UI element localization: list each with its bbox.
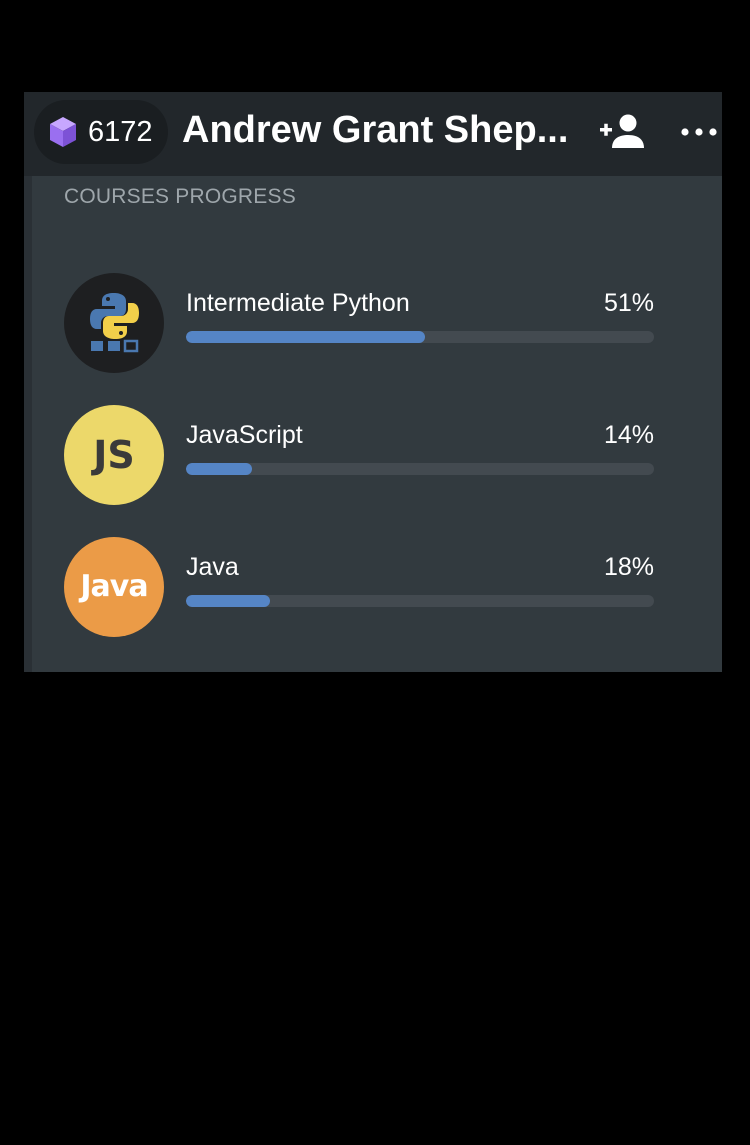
course-item-javascript[interactable]: JS JavaScript 14%: [64, 405, 664, 505]
section-title: COURSES PROGRESS: [64, 185, 296, 208]
course-name: JavaScript: [186, 421, 303, 449]
progress-fill: [186, 595, 271, 607]
python-icon: [64, 273, 164, 373]
java-icon-label: Java: [80, 569, 148, 604]
progress-bar: [186, 331, 654, 343]
course-name: Java: [186, 553, 239, 581]
course-item-java[interactable]: Java Java 18%: [64, 537, 664, 637]
xp-badge[interactable]: 6172: [34, 100, 168, 164]
more-dots-icon[interactable]: [680, 118, 718, 146]
java-icon: Java: [64, 537, 164, 637]
javascript-icon: JS: [64, 405, 164, 505]
profile-header: 6172 Andrew Grant Shep...: [24, 92, 722, 176]
progress-bar: [186, 595, 654, 607]
add-person-icon[interactable]: [598, 112, 646, 152]
xp-count: 6172: [88, 116, 153, 148]
javascript-icon-label: JS: [93, 433, 135, 477]
purple-cube-icon: [50, 117, 76, 147]
course-item-python[interactable]: Intermediate Python 51%: [64, 273, 664, 373]
progress-bar: [186, 463, 654, 475]
course-percent: 51%: [603, 289, 654, 317]
course-percent: 18%: [603, 553, 654, 581]
progress-fill: [186, 463, 252, 475]
user-name: Andrew Grant Shep...: [182, 109, 569, 151]
progress-fill: [186, 331, 425, 343]
course-name: Intermediate Python: [186, 289, 410, 317]
course-percent: 14%: [603, 421, 654, 449]
